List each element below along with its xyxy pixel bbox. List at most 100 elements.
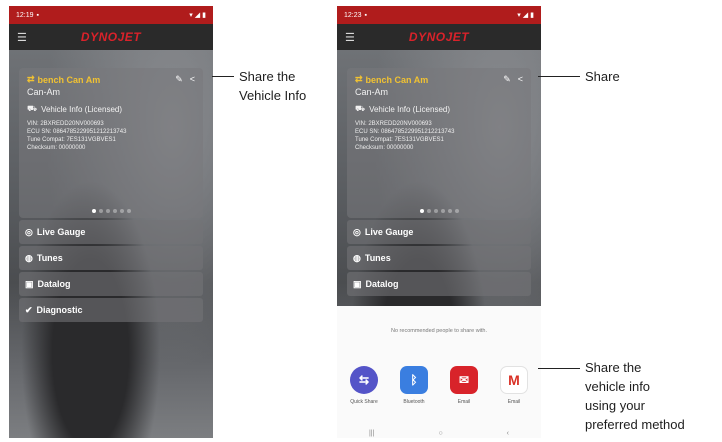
- share-app-label: Email: [457, 399, 471, 405]
- right-phone-screenshot: 12:23 ▪ ▾ ◢ ▮ ☰ DYNOJET ⇄ bench Can Am ✎ < Ca…: [337, 6, 541, 438]
- left-phone-screenshot: 12:19 ▪ ▾ ◢ ▮ ☰ DYNOJET ⇄ bench Can Am ✎ < Ca…: [9, 6, 213, 438]
- share-app-quick-share[interactable]: ⇆ Quick Share: [343, 366, 385, 405]
- checksum: Checksum: 00000000: [355, 145, 414, 151]
- checksum: Checksum: 00000000: [27, 145, 86, 151]
- no-recommendations-text: No recommended people to share with.: [391, 328, 487, 334]
- callout-share: Share: [585, 69, 620, 84]
- system-nav-bar: ||| ○ ‹: [337, 428, 541, 438]
- vehicle-info-label: Vehicle Info (Licensed): [369, 104, 451, 114]
- share-sheet: No recommended people to share with. ⇆ Q…: [337, 306, 541, 438]
- page-indicator: [347, 209, 531, 213]
- vehicle-card: ⇄ bench Can Am ✎ < Can-Am ⛟ Vehicle Info (L…: [19, 68, 203, 218]
- dynojet-logo: DYNOJET: [80, 30, 142, 44]
- swap-icon: ⇄: [355, 74, 363, 84]
- vehicle-make: Can-Am: [355, 87, 389, 97]
- page-indicator: [19, 209, 203, 213]
- edit-icon[interactable]: ✎: [175, 74, 183, 85]
- tune-compat: Tune Compat: 7ES131VGBVES1: [355, 137, 444, 143]
- menu-datalog[interactable]: ▣ Datalog: [19, 272, 203, 296]
- vin: VIN: 2BXREDD20NV000693: [355, 121, 432, 127]
- signal-icon: ◢: [522, 12, 529, 19]
- tune-compat: Tune Compat: 7ES131VGBVES1: [27, 137, 116, 143]
- status-bar: 12:19 ▪ ▾ ◢ ▮: [9, 6, 213, 24]
- vehicle-card: ⇄ bench Can Am ✎ < Can-Am ⛟ Vehicle Info (L…: [347, 68, 531, 218]
- gauge-icon: ◎: [25, 226, 33, 237]
- menu-diagnostic[interactable]: ✔ Diagnostic: [19, 298, 203, 322]
- vehicle-info-label: Vehicle Info (Licensed): [41, 104, 123, 114]
- status-time: 12:23: [344, 11, 362, 19]
- share-app-label: Email: [507, 399, 521, 405]
- menu-label: Tunes: [364, 253, 391, 263]
- notification-icon: ▪: [36, 11, 40, 19]
- menu-label: Live Gauge: [364, 227, 414, 237]
- motorcycle-icon: ⛟: [27, 104, 38, 113]
- battery-icon: ▮: [530, 12, 534, 19]
- menu-live-gauge[interactable]: ◎ Live Gauge: [347, 220, 531, 244]
- wifi-icon: ▾: [517, 12, 521, 19]
- menu-tunes[interactable]: ◍ Tunes: [347, 246, 531, 270]
- diagnostic-icon: ✔: [25, 304, 33, 315]
- app-bar: ☰ DYNOJET: [9, 24, 213, 50]
- vehicle-name-row[interactable]: ⇄ bench Can Am: [27, 74, 100, 85]
- vehicle-name-row[interactable]: ⇄ bench Can Am: [355, 74, 428, 85]
- callout-line-text: Share the: [585, 360, 642, 375]
- gmail-icon: M: [500, 366, 528, 394]
- vehicle-make: Can-Am: [27, 87, 61, 97]
- menu-label: Datalog: [365, 279, 399, 289]
- callout-share-vehicle-info: Share the Vehicle Info: [239, 67, 306, 105]
- menu-label: Diagnostic: [36, 305, 83, 315]
- gauge-icon: ◎: [353, 226, 361, 237]
- edit-icon[interactable]: ✎: [503, 74, 511, 85]
- ecu-sn: ECU SN: 0864785229951212213743: [355, 129, 455, 135]
- menu-datalog[interactable]: ▣ Datalog: [347, 272, 531, 296]
- tunes-icon: ◍: [25, 252, 33, 263]
- callout-line-share: [538, 76, 580, 77]
- battery-icon: ▮: [202, 12, 206, 19]
- dynojet-logo: DYNOJET: [408, 30, 470, 44]
- motorcycle-icon: ⛟: [355, 104, 366, 113]
- recent-apps-icon[interactable]: |||: [369, 430, 374, 437]
- hamburger-menu-icon[interactable]: ☰: [345, 31, 359, 44]
- notification-icon: ▪: [364, 11, 368, 19]
- share-icon[interactable]: <: [190, 74, 195, 85]
- menu-label: Tunes: [36, 253, 63, 263]
- callout-line-share-method: [538, 368, 580, 369]
- share-app-bluetooth[interactable]: ᛒ Bluetooth: [393, 366, 435, 405]
- menu-tunes[interactable]: ◍ Tunes: [19, 246, 203, 270]
- swap-icon: ⇄: [27, 74, 35, 84]
- app-bar: ☰ DYNOJET: [337, 24, 541, 50]
- share-app-gmail[interactable]: M Email: [493, 366, 535, 405]
- callout-line-text: using your: [585, 398, 645, 413]
- vin: VIN: 2BXREDD20NV000693: [27, 121, 104, 127]
- share-app-label: Quick Share: [350, 399, 378, 405]
- menu-live-gauge[interactable]: ◎ Live Gauge: [19, 220, 203, 244]
- tunes-icon: ◍: [353, 252, 361, 263]
- share-apps-row: ⇆ Quick Share ᛒ Bluetooth ✉ Email M Emai…: [343, 366, 535, 405]
- datalog-icon: ▣: [25, 278, 34, 289]
- bluetooth-icon: ᛒ: [400, 366, 428, 394]
- vehicle-name: bench Can Am: [365, 74, 429, 85]
- back-icon[interactable]: ‹: [507, 430, 509, 437]
- datalog-icon: ▣: [353, 278, 362, 289]
- callout-share-method: Share the vehicle info using your prefer…: [585, 358, 685, 434]
- callout-line-text: Vehicle Info: [239, 88, 307, 103]
- vehicle-name: bench Can Am: [37, 74, 101, 85]
- share-app-label: Bluetooth: [403, 399, 425, 405]
- callout-line-text: preferred method: [585, 417, 685, 432]
- email-icon: ✉: [450, 366, 478, 394]
- share-app-email[interactable]: ✉ Email: [443, 366, 485, 405]
- wifi-icon: ▾: [189, 12, 193, 19]
- callout-line-share-vehicle-info: [212, 76, 234, 77]
- signal-icon: ◢: [194, 12, 201, 19]
- callout-line-text: Share the: [239, 69, 296, 84]
- home-icon[interactable]: ○: [438, 430, 442, 437]
- callout-line-text: vehicle info: [585, 379, 651, 394]
- share-icon[interactable]: <: [518, 74, 523, 85]
- status-time: 12:19: [16, 11, 34, 19]
- status-bar: 12:23 ▪ ▾ ◢ ▮: [337, 6, 541, 24]
- hamburger-menu-icon[interactable]: ☰: [17, 31, 31, 44]
- quick-share-icon: ⇆: [350, 366, 378, 394]
- ecu-sn: ECU SN: 0864785229951212213743: [27, 129, 127, 135]
- menu-label: Live Gauge: [36, 227, 86, 237]
- menu-label: Datalog: [37, 279, 71, 289]
